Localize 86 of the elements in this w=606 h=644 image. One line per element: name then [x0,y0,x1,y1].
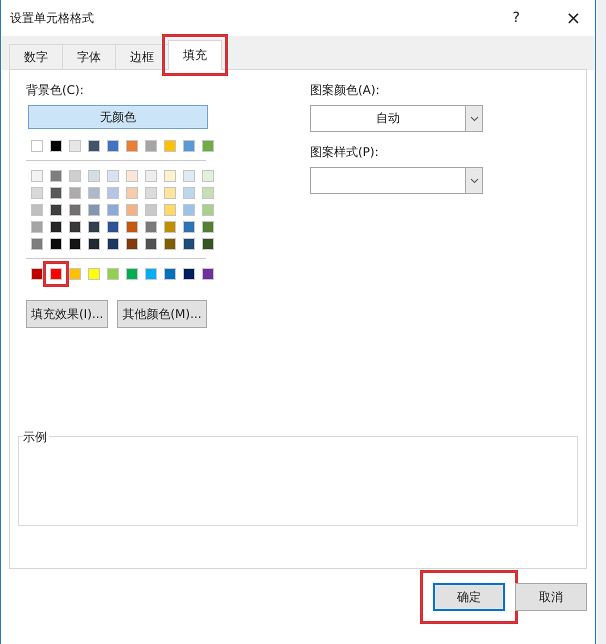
close-button[interactable]: × [558,8,589,28]
color-swatch[interactable] [202,140,214,152]
color-swatch[interactable] [202,268,214,280]
color-swatch[interactable] [145,170,157,182]
color-swatch[interactable] [145,238,157,250]
color-swatch[interactable] [164,204,176,216]
color-swatch[interactable] [69,186,81,198]
color-swatch[interactable] [145,186,157,198]
color-swatch[interactable] [183,204,195,216]
chevron-down-icon [470,178,478,184]
pattern-style-dropdown[interactable] [310,167,483,194]
color-swatch[interactable] [126,238,138,250]
color-swatch[interactable] [88,238,100,250]
color-swatch[interactable] [183,220,195,232]
pattern-color-label: 图案颜色(A): [310,82,381,99]
color-swatch[interactable] [31,220,43,232]
color-swatch[interactable] [202,170,214,182]
color-swatch[interactable] [183,186,195,198]
color-swatch[interactable] [183,140,195,152]
pattern-color-dropdown[interactable]: 自动 [310,105,483,132]
color-swatch[interactable] [107,140,119,152]
pattern-style-label: 图案样式(P): [310,144,380,161]
help-button[interactable]: ? [504,10,528,26]
color-swatch[interactable] [50,204,62,216]
color-swatch[interactable] [145,140,157,152]
color-swatch[interactable] [202,220,214,232]
dialog-button[interactable]: 填充效果(I)... [26,300,108,328]
color-swatch[interactable] [202,204,214,216]
color-swatch[interactable] [107,268,119,280]
color-swatch[interactable] [126,220,138,232]
color-swatch[interactable] [88,140,100,152]
background-color-label: 背景色(C): [26,82,85,99]
color-swatch[interactable] [50,140,62,152]
color-swatch[interactable] [31,238,43,250]
color-swatch[interactable] [145,268,157,280]
cancel-button[interactable]: 取消 [515,583,587,611]
color-swatch[interactable] [88,170,100,182]
color-swatch[interactable] [31,186,43,198]
color-swatch[interactable] [31,268,43,280]
color-swatch[interactable] [69,170,81,182]
color-swatch[interactable] [183,238,195,250]
no-color-button[interactable]: 无颜色 [28,105,208,129]
color-swatch[interactable] [69,140,81,152]
color-swatch[interactable] [50,238,62,250]
color-swatch[interactable] [31,140,43,152]
dialog-button[interactable]: 其他颜色(M)... [117,300,207,328]
color-swatch[interactable] [69,238,81,250]
color-swatch[interactable] [107,186,119,198]
color-swatch[interactable] [164,220,176,232]
color-swatch[interactable] [69,268,81,280]
color-swatch[interactable] [183,268,195,280]
color-swatch[interactable] [50,170,62,182]
color-swatch[interactable] [107,220,119,232]
color-swatch[interactable] [164,268,176,280]
color-swatch[interactable] [69,220,81,232]
color-swatch[interactable] [126,204,138,216]
window-title: 设置单元格格式 [10,10,95,26]
color-swatch[interactable] [126,186,138,198]
color-swatch[interactable] [164,238,176,250]
chevron-down-icon [470,116,478,122]
color-swatch[interactable] [126,140,138,152]
color-swatch[interactable] [31,170,43,182]
color-swatch[interactable] [164,140,176,152]
color-swatch[interactable] [88,220,100,232]
color-swatch[interactable] [183,170,195,182]
ok-button[interactable]: 确定 [433,583,505,611]
color-swatch[interactable] [202,186,214,198]
color-swatch[interactable] [126,268,138,280]
color-swatch[interactable] [88,268,100,280]
color-swatch[interactable] [31,204,43,216]
color-swatch[interactable] [69,204,81,216]
color-swatch[interactable] [107,238,119,250]
sample-label: 示例 [23,429,49,446]
color-swatch[interactable] [145,220,157,232]
color-swatch[interactable] [88,204,100,216]
color-swatch[interactable] [164,186,176,198]
color-swatch[interactable] [88,186,100,198]
color-swatch[interactable] [164,170,176,182]
color-swatch[interactable] [145,204,157,216]
color-swatch[interactable] [202,238,214,250]
tab[interactable]: 数字 [9,44,63,70]
color-swatch[interactable] [107,170,119,182]
color-swatch[interactable] [107,204,119,216]
color-swatch[interactable] [50,220,62,232]
color-swatch[interactable] [126,170,138,182]
color-swatch[interactable] [50,186,62,198]
